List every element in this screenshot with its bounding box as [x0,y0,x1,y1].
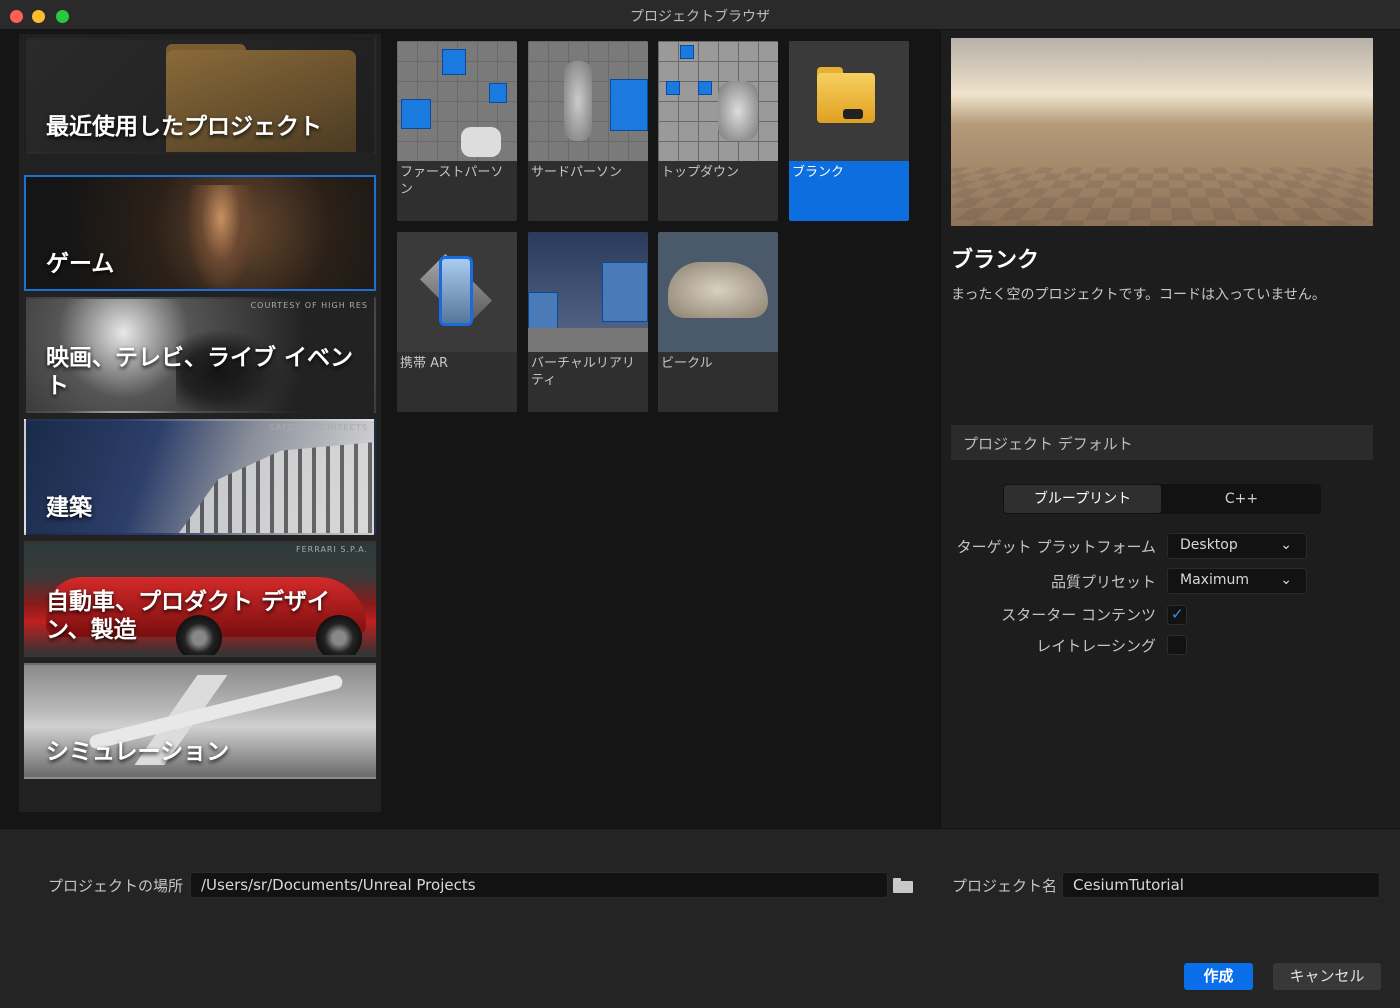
template-thumbnail [397,41,517,161]
create-button[interactable]: 作成 [1184,963,1253,990]
template-virtual-reality[interactable]: バーチャルリアリティ [528,232,648,412]
checkmark-icon: ✓ [1171,605,1184,623]
category-label: 建築 [46,495,92,522]
category-label: 映画、テレビ、ライブ イベント [46,344,354,400]
target-platform-dropdown[interactable]: Desktop ⌄ [1167,533,1307,559]
cpp-option[interactable]: C++ [1163,485,1320,513]
language-toggle: ブループリント C++ [1003,484,1321,514]
template-label: トップダウン [661,165,740,180]
main-area: 最近使用したプロジェクト ゲーム COURTESY OF HIGH RES 映画… [0,30,1400,828]
blueprint-option[interactable]: ブループリント [1004,485,1161,513]
project-location-input[interactable]: /Users/sr/Documents/Unreal Projects [190,872,888,898]
folder-icon[interactable] [893,877,913,893]
template-description: まったく空のプロジェクトです。コードは入っていません。 [951,287,1326,303]
bottom-bar: プロジェクトの場所 /Users/sr/Documents/Unreal Pro… [0,828,1400,1008]
title-bar: プロジェクトブラウザ [0,0,1400,30]
quality-preset-value: Maximum [1180,572,1249,588]
starter-content-checkbox[interactable]: ✓ [1167,605,1187,625]
template-third-person[interactable]: サードパーソン [528,41,648,221]
category-label: ゲーム [46,251,115,278]
template-label: サードパーソン [531,165,623,180]
quality-preset-dropdown[interactable]: Maximum ⌄ [1167,568,1307,594]
category-label: シミュレーション [46,739,230,766]
category-panel: 最近使用したプロジェクト ゲーム COURTESY OF HIGH RES 映画… [19,34,381,812]
template-thumbnail [528,232,648,352]
template-label: バーチャルリアリティ [531,356,635,388]
template-thumbnail [658,232,778,352]
target-platform-label: ターゲット プラットフォーム [956,538,1156,556]
template-label: ファーストパーソン [400,165,504,197]
project-name-label: プロジェクト名 [952,877,1058,895]
phone-icon [439,256,473,326]
category-label: 最近使用したプロジェクト [46,114,322,141]
category-recent-projects[interactable]: 最近使用したプロジェクト [24,38,376,154]
template-label: ビークル [661,356,713,371]
template-thumbnail [528,41,648,161]
template-label: 携帯 AR [400,356,449,371]
project-defaults-header: プロジェクト デフォルト [951,425,1373,460]
template-preview-image [951,38,1373,226]
window-title: プロジェクトブラウザ [630,9,770,25]
template-top-down[interactable]: トップダウン [658,41,778,221]
template-label: ブランク [792,165,845,180]
category-label: 自動車、プロダクト デザイン、製造 [46,588,331,644]
category-film-tv-live-events[interactable]: COURTESY OF HIGH RES 映画、テレビ、ライブ イベント [24,297,376,413]
template-handheld-ar[interactable]: 携帯 AR [397,232,517,412]
quality-preset-label: 品質プリセット [1050,573,1156,591]
template-blank[interactable]: ブランク [789,41,909,221]
detail-panel: ブランク まったく空のプロジェクトです。コードは入っていません。 プロジェクト … [940,30,1400,828]
category-games[interactable]: ゲーム [24,175,376,291]
chevron-down-icon: ⌄ [1280,572,1292,588]
template-vehicle[interactable]: ビークル [658,232,778,412]
template-thumbnail [397,232,517,352]
raytracing-label: レイトレーシング [1036,637,1156,655]
image-credit: COURTESY OF HIGH RES [250,301,368,310]
template-first-person[interactable]: ファーストパーソン [397,41,517,221]
starter-content-label: スターター コンテンツ [1001,606,1156,624]
target-platform-value: Desktop [1180,537,1238,553]
category-architecture[interactable]: SAFDIE ARCHITECTS 建築 [24,419,376,535]
raytracing-checkbox[interactable] [1167,635,1187,655]
template-title: ブランク [951,248,1040,273]
category-simulation[interactable]: シミュレーション [24,663,376,779]
image-credit: SAFDIE ARCHITECTS [269,423,368,432]
template-thumbnail [658,41,778,161]
image-credit: FERRARI S.P.A. [296,545,368,554]
cancel-button[interactable]: キャンセル [1273,963,1381,990]
project-location-label: プロジェクトの場所 [48,877,184,895]
template-thumbnail [789,41,909,161]
car-icon [668,262,768,318]
chevron-down-icon: ⌄ [1280,537,1292,553]
category-automotive-product-design[interactable]: FERRARI S.P.A. 自動車、プロダクト デザイン、製造 [24,541,376,657]
project-name-input[interactable]: CesiumTutorial [1062,872,1380,898]
